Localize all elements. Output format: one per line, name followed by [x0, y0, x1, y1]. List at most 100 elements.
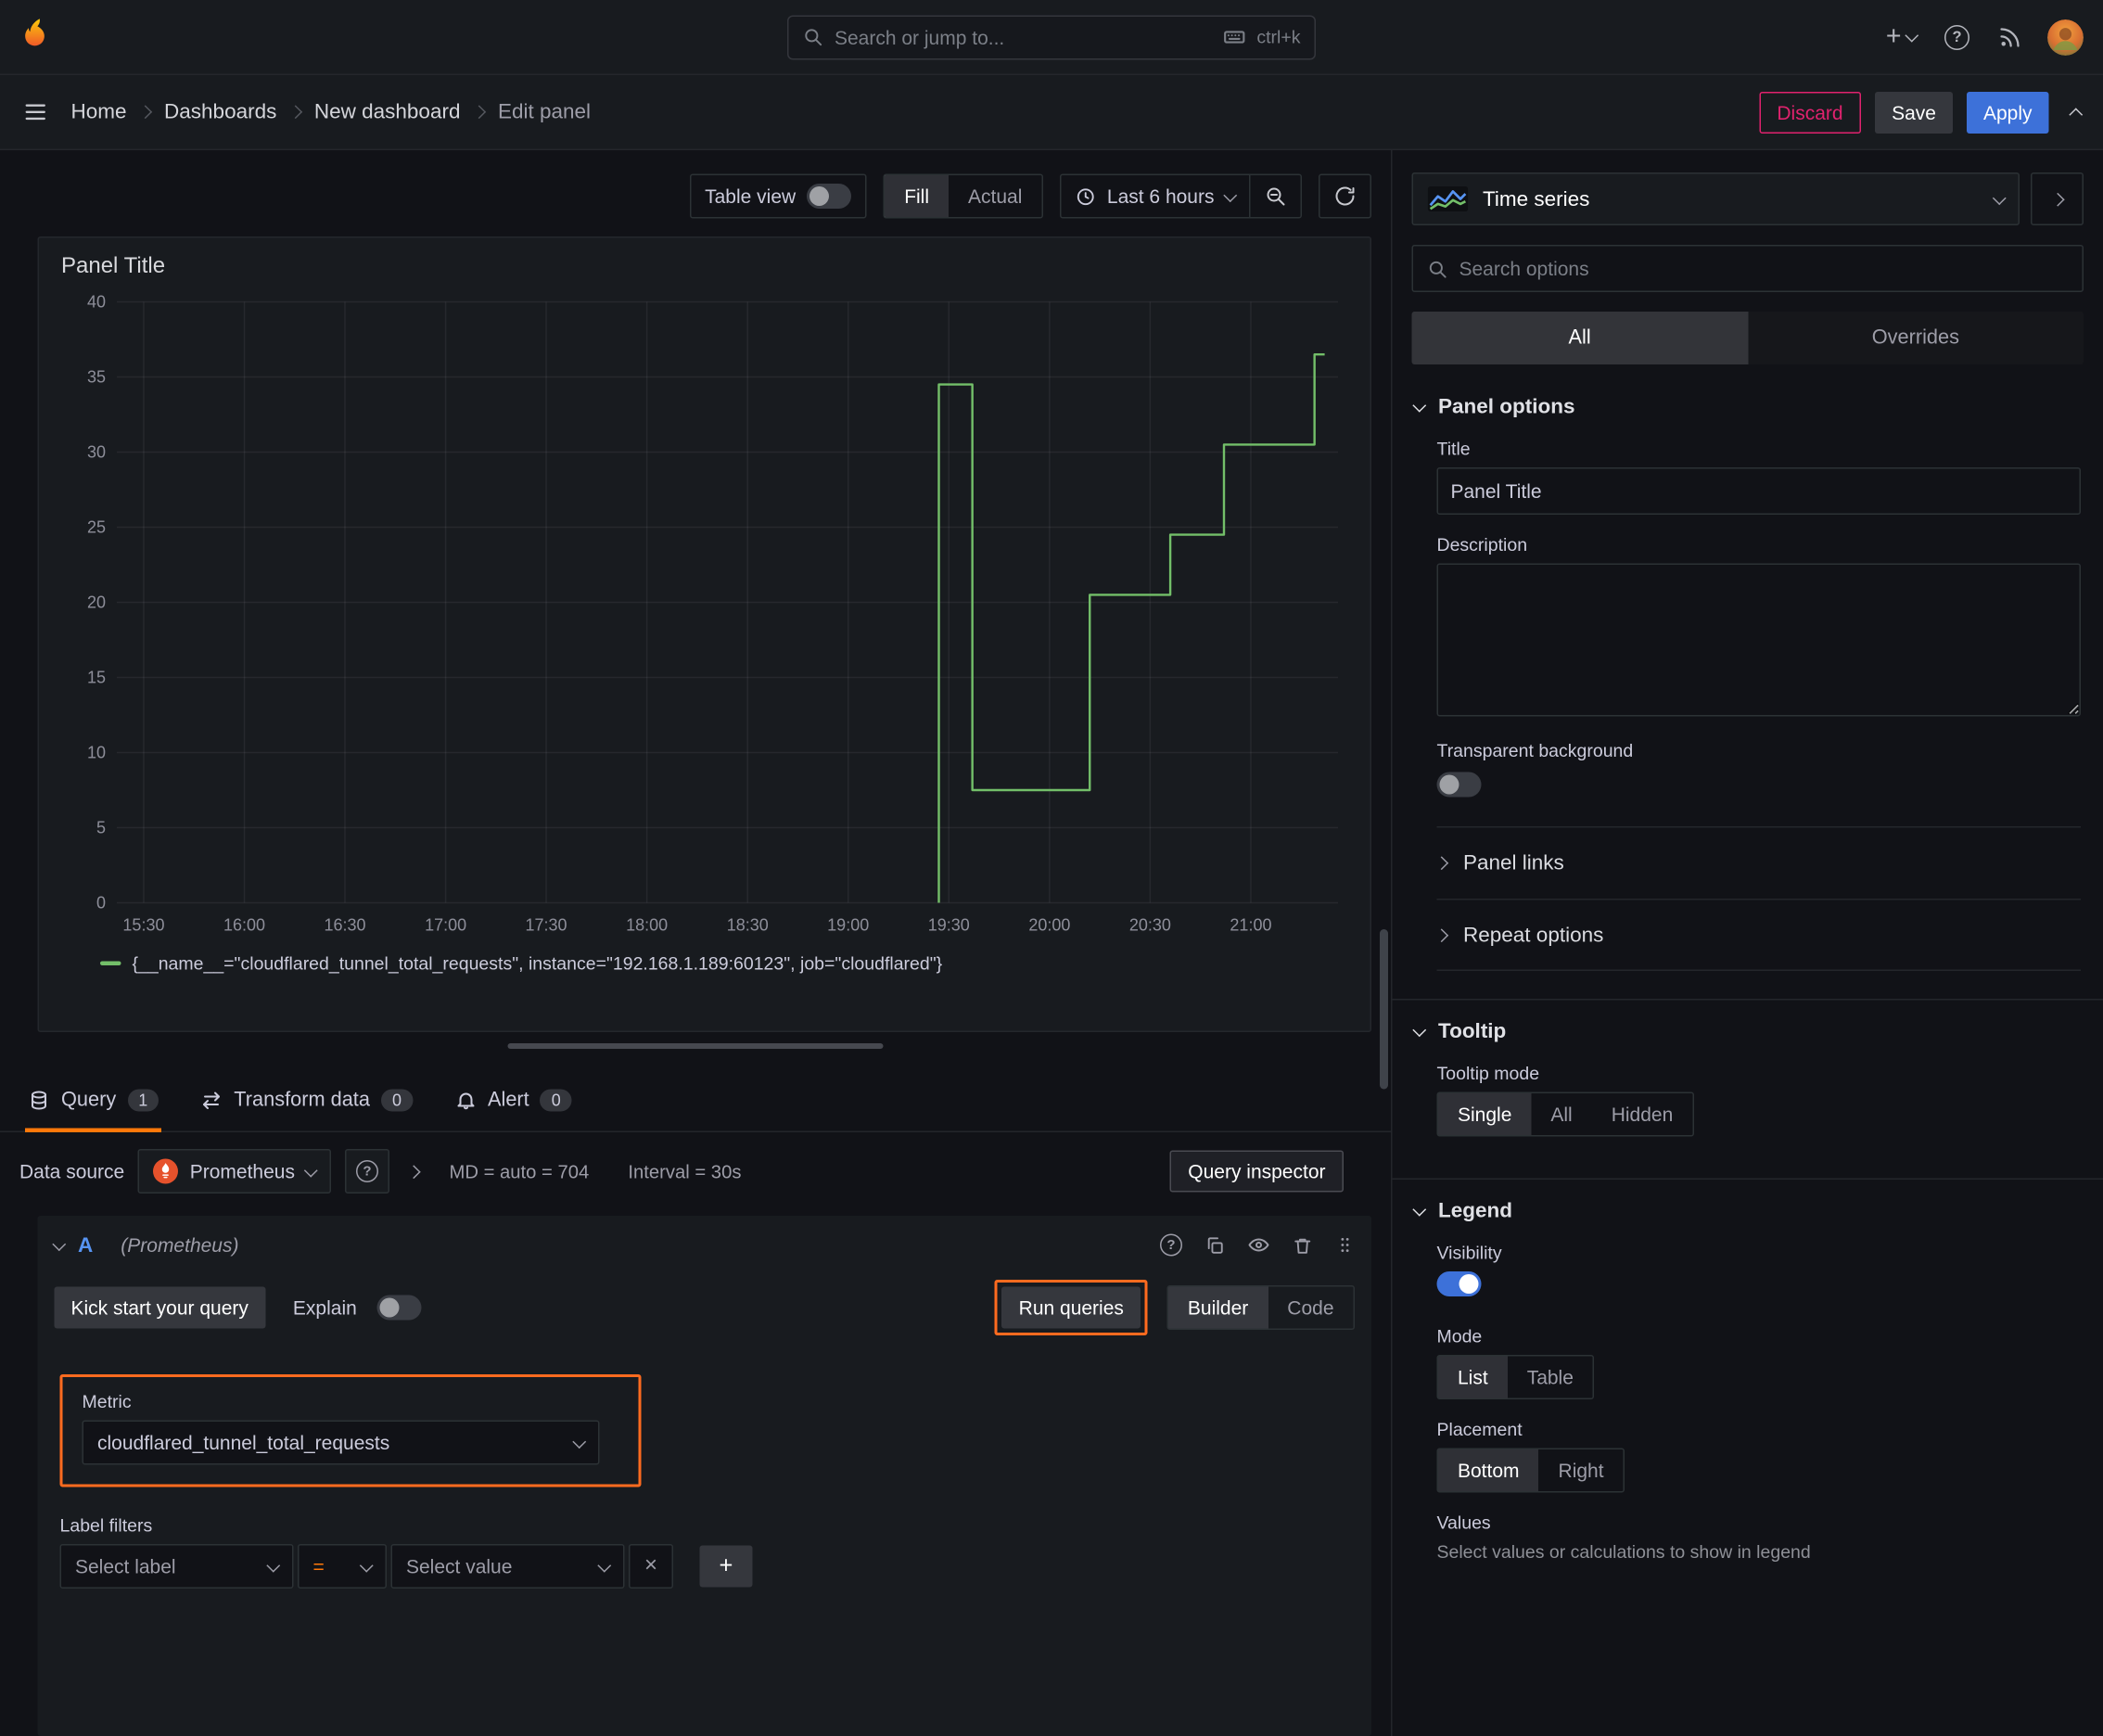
- help-icon[interactable]: ?: [1160, 1233, 1182, 1257]
- tab-query[interactable]: Query 1: [25, 1068, 162, 1132]
- kick-start-button[interactable]: Kick start your query: [54, 1286, 265, 1329]
- repeat-options-row[interactable]: Repeat options: [1434, 899, 2081, 971]
- apply-button[interactable]: Apply: [1966, 91, 2049, 134]
- description-textarea[interactable]: [1436, 563, 2081, 717]
- tab-overrides[interactable]: Overrides: [1748, 312, 2084, 364]
- tooltip-mode-hidden[interactable]: Hidden: [1592, 1093, 1693, 1135]
- user-avatar[interactable]: [2047, 19, 2084, 56]
- panel-title-input[interactable]: [1436, 467, 2081, 515]
- fill-option[interactable]: Fill: [885, 175, 950, 217]
- explain-label: Explain: [292, 1296, 357, 1319]
- vertical-scrollbar-thumb[interactable]: [1380, 929, 1388, 1090]
- visibility-label: Visibility: [1436, 1242, 1502, 1264]
- legend-mode-table[interactable]: Table: [1508, 1357, 1593, 1398]
- collapse-header-button[interactable]: [2069, 102, 2084, 121]
- table-view-control: Table view: [689, 173, 867, 219]
- query-inspector-button[interactable]: Query inspector: [1169, 1150, 1344, 1193]
- tab-all[interactable]: All: [1411, 312, 1748, 364]
- clock-icon: [1077, 187, 1094, 205]
- drag-handle-icon[interactable]: [1335, 1234, 1355, 1257]
- chevron-up-icon: [2069, 107, 2084, 121]
- transform-icon: [203, 1091, 221, 1109]
- mega-menu-button[interactable]: [19, 96, 52, 129]
- chevron-down-icon[interactable]: [52, 1236, 67, 1251]
- legend-placement-segmented: Bottom Right: [1436, 1448, 1625, 1493]
- collapse-sidebar-button[interactable]: [2031, 172, 2084, 225]
- prometheus-icon: [153, 1158, 179, 1184]
- grafana-logo[interactable]: [19, 17, 56, 57]
- remove-filter-button[interactable]: ×: [629, 1544, 673, 1589]
- search-icon: [1429, 261, 1447, 277]
- metric-select[interactable]: cloudflared_tunnel_total_requests: [82, 1420, 600, 1465]
- legend-values-help: Select values or calculations to show in…: [1436, 1541, 1811, 1563]
- table-view-toggle[interactable]: [807, 184, 852, 209]
- builder-option[interactable]: Builder: [1167, 1286, 1268, 1329]
- svg-text:35: 35: [87, 368, 106, 387]
- breadcrumb-dashboards[interactable]: Dashboards: [164, 100, 276, 124]
- query-datasource-hint: (Prometheus): [121, 1233, 239, 1257]
- refresh-control: [1319, 173, 1371, 219]
- eye-icon[interactable]: [1248, 1234, 1270, 1257]
- explain-toggle[interactable]: [376, 1295, 421, 1321]
- chevron-down-icon: [1223, 187, 1238, 202]
- panel-view-toolbar: Table view Fill Actual Last 6 hours: [0, 172, 1371, 220]
- legend-series-label[interactable]: {__name__="cloudflared_tunnel_total_requ…: [133, 953, 943, 975]
- query-row-actions: ?: [1160, 1233, 1355, 1257]
- trash-icon[interactable]: [1293, 1234, 1314, 1256]
- breadcrumb-home[interactable]: Home: [71, 100, 127, 124]
- tooltip-mode-single[interactable]: Single: [1438, 1093, 1532, 1135]
- save-button[interactable]: Save: [1875, 91, 1953, 134]
- help-button[interactable]: ?: [1942, 21, 1972, 52]
- panel-edit-pane: Table view Fill Actual Last 6 hours Pane…: [0, 150, 1391, 1736]
- builder-code-segmented: Builder Code: [1166, 1285, 1355, 1330]
- svg-text:15:30: 15:30: [122, 916, 164, 935]
- hamburger-icon: [25, 104, 45, 121]
- chart-legend: {__name__="cloudflared_tunnel_total_requ…: [100, 953, 1351, 975]
- discard-button[interactable]: Discard: [1758, 91, 1862, 134]
- plus-icon: +: [719, 1552, 733, 1579]
- select-value-placeholder: Select value: [406, 1555, 513, 1577]
- actual-option[interactable]: Actual: [949, 175, 1041, 217]
- svg-text:18:00: 18:00: [626, 916, 668, 935]
- zoom-out-button[interactable]: [1251, 175, 1301, 217]
- legend-header[interactable]: Legend: [1412, 1199, 2082, 1223]
- operator-dropdown[interactable]: =: [298, 1544, 387, 1589]
- svg-text:16:00: 16:00: [223, 916, 265, 935]
- operator-value: =: [312, 1555, 325, 1577]
- refresh-button[interactable]: [1320, 175, 1370, 217]
- new-menu-button[interactable]: +: [1883, 21, 1919, 54]
- options-search-input[interactable]: [1459, 257, 2069, 280]
- tab-alert[interactable]: Alert 0: [452, 1068, 575, 1131]
- legend-placement-bottom[interactable]: Bottom: [1438, 1449, 1539, 1491]
- time-range-picker[interactable]: Last 6 hours: [1061, 175, 1249, 217]
- news-button[interactable]: [1995, 21, 2025, 52]
- datasource-help-button[interactable]: ?: [344, 1149, 389, 1194]
- visualization-picker[interactable]: Time series: [1411, 172, 2020, 225]
- add-filter-button[interactable]: +: [699, 1545, 753, 1588]
- legend-placement-right[interactable]: Right: [1539, 1449, 1624, 1491]
- tooltip-mode-all[interactable]: All: [1531, 1093, 1591, 1135]
- datasource-picker[interactable]: Prometheus: [138, 1149, 331, 1194]
- select-value-dropdown[interactable]: Select value: [390, 1544, 625, 1589]
- svg-text:20:00: 20:00: [1028, 916, 1070, 935]
- breadcrumb-new-dashboard[interactable]: New dashboard: [314, 100, 461, 124]
- pane-resize-handle[interactable]: [507, 1043, 884, 1049]
- legend-mode-segmented: List Table: [1436, 1355, 1595, 1399]
- fill-actual-segmented: Fill Actual: [883, 173, 1043, 219]
- copy-icon[interactable]: [1204, 1234, 1226, 1256]
- panel-links-row[interactable]: Panel links: [1434, 826, 2081, 899]
- legend-mode-list[interactable]: List: [1438, 1356, 1508, 1398]
- panel-title[interactable]: Panel Title: [58, 252, 1351, 291]
- run-queries-button[interactable]: Run queries: [1001, 1286, 1141, 1329]
- select-label-dropdown[interactable]: Select label: [59, 1544, 294, 1589]
- chevron-right-icon[interactable]: [406, 1164, 421, 1179]
- code-option[interactable]: Code: [1268, 1287, 1353, 1329]
- query-row-header[interactable]: A (Prometheus) ?: [38, 1216, 1372, 1274]
- tab-transform-data[interactable]: Transform data 0: [198, 1068, 415, 1131]
- panel-options-header[interactable]: Panel options: [1412, 395, 2082, 419]
- tooltip-header[interactable]: Tooltip: [1412, 1020, 2082, 1043]
- global-search-input[interactable]: Search or jump to... ctrl+k: [787, 14, 1316, 59]
- legend-visibility-toggle[interactable]: [1436, 1271, 1482, 1296]
- transparent-background-toggle[interactable]: [1436, 772, 1482, 798]
- breadcrumb-bar: Home Dashboards New dashboard Edit panel…: [0, 75, 2103, 150]
